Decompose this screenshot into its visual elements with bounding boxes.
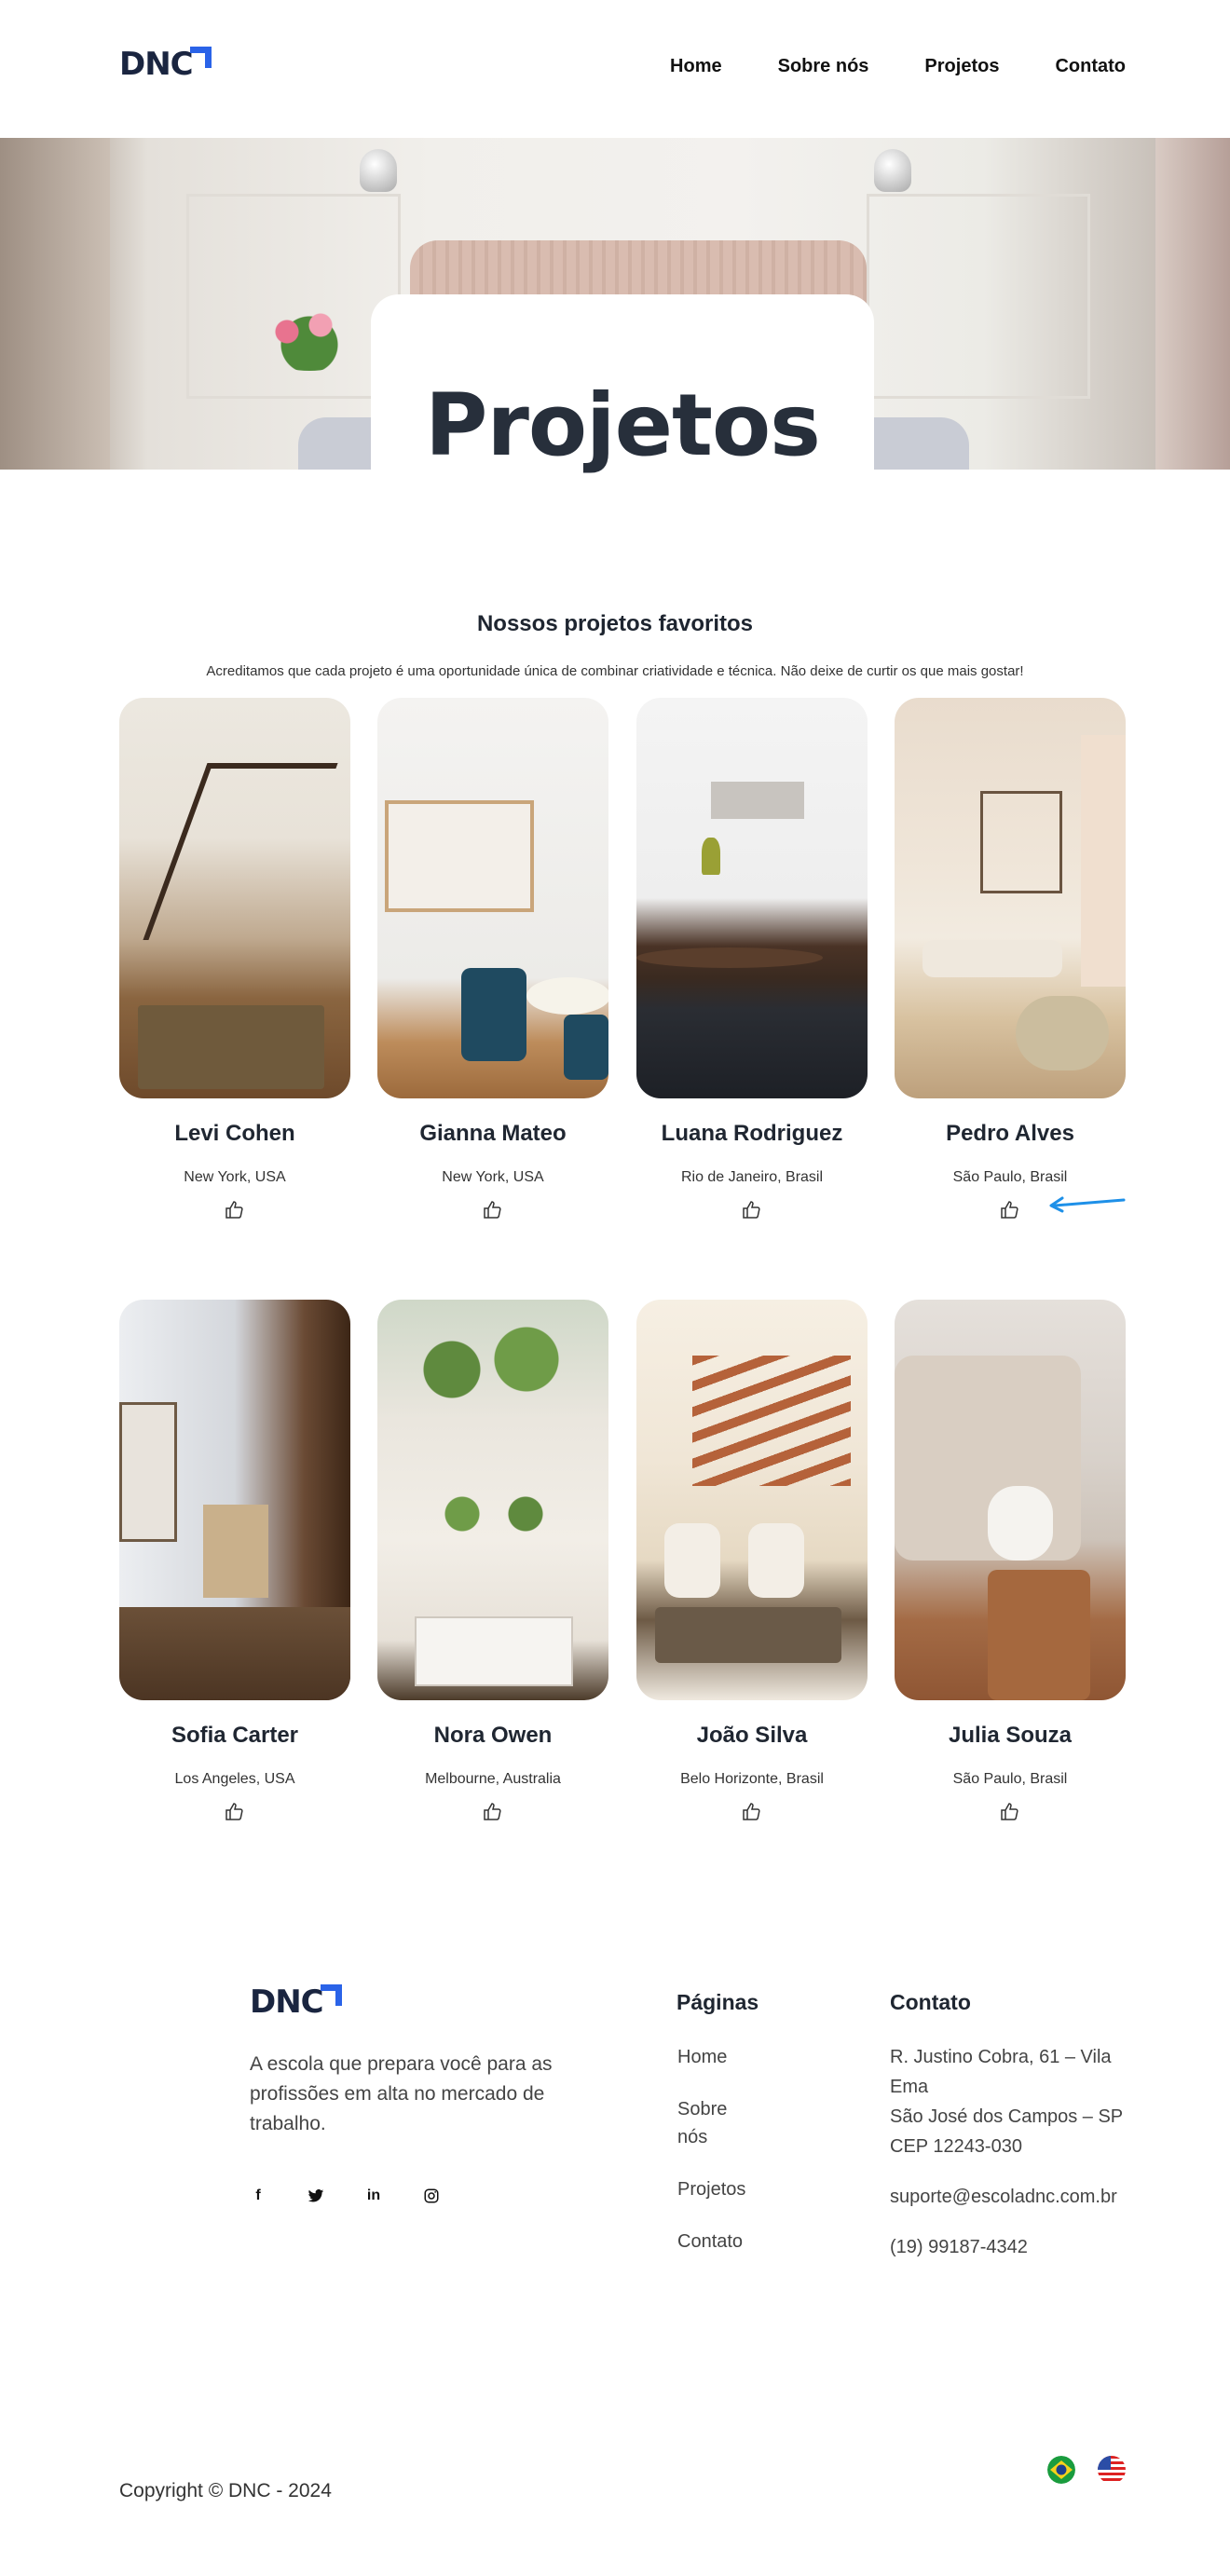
project-location: New York, USA [442,1169,544,1185]
facebook-icon[interactable]: f [250,2188,266,2209]
thumbs-up-icon[interactable] [741,1199,763,1221]
contact-email[interactable]: suporte@escoladnc.com.br [890,2182,1132,2212]
project-card: Luana Rodriguez Rio de Janeiro, Brasil [636,698,868,1221]
logo-text: DNC [119,46,194,83]
usa-flag-icon[interactable] [1098,2456,1126,2484]
nav-home-link[interactable]: Home [670,56,722,77]
project-photo[interactable] [636,1300,868,1700]
project-card: Pedro Alves São Paulo, Brasil [895,698,1126,1221]
page-title: Projetos [425,375,821,475]
logo-corner-mark-icon [320,1984,342,2006]
project-location: Belo Horizonte, Brasil [680,1771,824,1787]
footer-link-home[interactable]: Home [677,2043,761,2071]
thumbs-up-icon[interactable] [482,1199,504,1221]
site-header: DNC Home Sobre nós Projetos Contato [0,0,1230,138]
thumbs-up-icon[interactable] [482,1801,504,1823]
section-heading: Nossos projetos favoritos [476,611,754,636]
contact-phone[interactable]: (19) 99187-4342 [890,2232,1132,2262]
project-name: Nora Owen [433,1723,553,1748]
project-name: Luana Rodriguez [661,1121,843,1146]
project-photo[interactable] [377,698,608,1098]
linkedin-icon[interactable]: in [365,2188,382,2209]
brazil-flag-icon[interactable] [1047,2456,1075,2484]
project-location: São Paulo, Brasil [952,1169,1068,1185]
project-photo[interactable] [377,1300,608,1700]
project-card: Nora Owen Melbourne, Australia [377,1300,608,1823]
hero-door [0,138,110,470]
footer-pages-list: Home Sobre nós Projetos Contato [677,2043,761,2280]
project-location: Melbourne, Australia [425,1771,561,1787]
project-name: Pedro Alves [946,1121,1074,1146]
project-location: São Paulo, Brasil [952,1771,1068,1787]
project-card: Levi Cohen New York, USA [119,698,350,1221]
address-line: R. Justino Cobra, 61 – Vila Ema [890,2047,1112,2097]
thumbs-up-icon[interactable] [224,1801,246,1823]
project-location: Los Angeles, USA [174,1771,295,1787]
contact-column-title: Contato [890,1990,971,2014]
flower-vase [253,306,365,371]
footer-contact-info: R. Justino Cobra, 61 – Vila Ema São José… [890,2042,1132,2262]
hero-wall-panel [867,194,1090,399]
hero-curtain [1155,138,1230,470]
project-photo[interactable] [895,698,1126,1098]
project-card: Julia Souza São Paulo, Brasil [895,1300,1126,1823]
address-line: São José dos Campos – SP [890,2106,1124,2127]
logo-text: DNC [250,1983,324,2021]
twitter-icon[interactable] [308,2188,324,2209]
thumbs-up-icon[interactable] [999,1801,1021,1823]
project-photo[interactable] [636,698,868,1098]
project-name: Sofia Carter [171,1723,299,1748]
project-location: Rio de Janeiro, Brasil [680,1169,824,1185]
project-name: Gianna Mateo [419,1121,567,1146]
project-name: Levi Cohen [174,1121,295,1146]
footer-tagline: A escola que prepara você para as profis… [250,2053,553,2134]
footer-link-projetos[interactable]: Projetos [677,2175,761,2203]
project-card: João Silva Belo Horizonte, Brasil [636,1300,868,1823]
project-location: New York, USA [184,1169,286,1185]
instagram-icon[interactable] [423,2188,440,2209]
project-name: Julia Souza [948,1723,1073,1748]
footer-link-contato[interactable]: Contato [677,2228,761,2256]
copyright-text: Copyright © DNC - 2024 [119,2480,332,2501]
social-links: f in [250,2188,440,2209]
footer-logo[interactable]: DNC [250,1984,342,2018]
section-subtitle: Acreditamos que cada projeto é uma oport… [206,663,1024,679]
address-line: CEP 12243-030 [890,2136,1022,2157]
project-photo[interactable] [119,1300,350,1700]
nav-sobre-nos-link[interactable]: Sobre nós [778,56,869,77]
thumbs-up-icon[interactable] [999,1199,1021,1221]
project-card: Gianna Mateo New York, USA [377,698,608,1221]
project-photo[interactable] [119,698,350,1098]
thumbs-up-icon[interactable] [224,1199,246,1221]
annotation-arrow-icon [1049,1196,1126,1213]
pendant-lamp-icon [874,149,911,192]
project-name: João Silva [696,1723,808,1748]
project-photo[interactable] [895,1300,1126,1700]
thumbs-up-icon[interactable] [741,1801,763,1823]
pendant-lamp-icon [360,149,397,192]
nav-projetos-link[interactable]: Projetos [924,56,999,77]
main-nav: Home Sobre nós Projetos Contato [670,56,1126,77]
dnc-logo[interactable]: DNC [119,47,212,80]
footer-link-sobre-nos[interactable]: Sobre nós [677,2095,761,2151]
nav-contato-link[interactable]: Contato [1055,56,1126,77]
pages-column-title: Páginas [676,1990,759,2014]
logo-corner-mark-icon [189,47,212,68]
project-card: Sofia Carter Los Angeles, USA [119,1300,350,1823]
